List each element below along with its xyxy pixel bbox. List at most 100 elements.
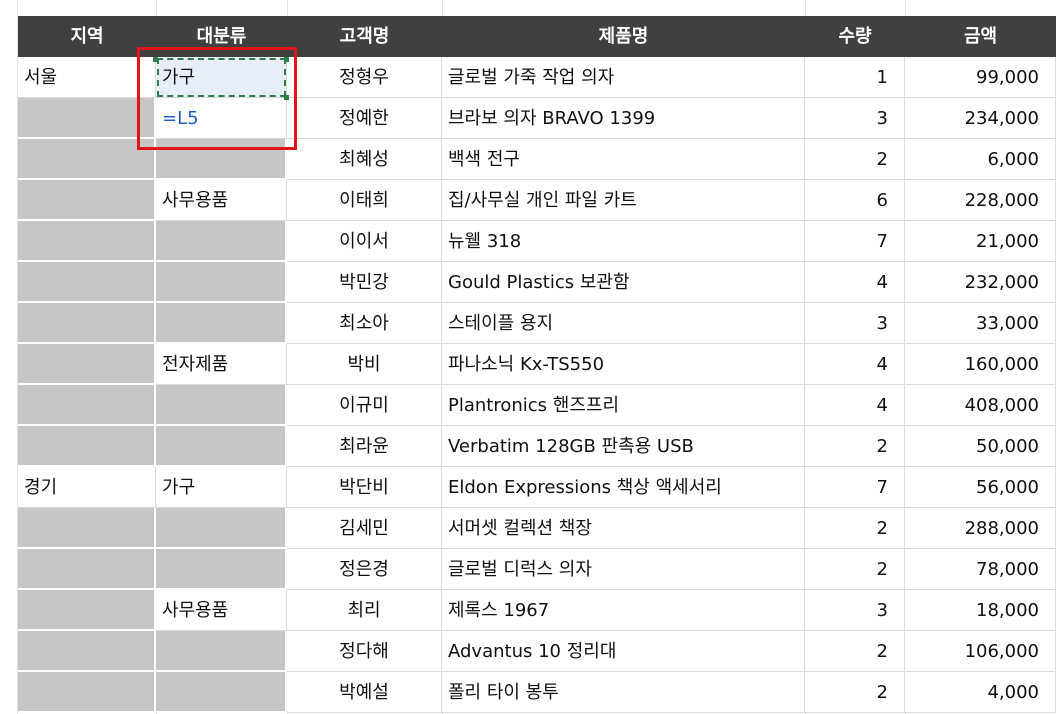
cell-region[interactable] (18, 590, 156, 631)
cell-category[interactable] (156, 672, 287, 713)
cell-product[interactable]: 브라보 의자 BRAVO 1399 (442, 98, 805, 139)
cell-category[interactable] (156, 549, 287, 590)
cell-region[interactable] (18, 385, 156, 426)
cell-amount[interactable]: 232,000 (905, 262, 1056, 303)
cell-qty[interactable]: 4 (805, 385, 905, 426)
cell-category[interactable] (156, 631, 287, 672)
cell-category[interactable]: 가구 (156, 467, 287, 508)
cell-region[interactable]: 서울 (18, 57, 156, 98)
cell-amount[interactable]: 21,000 (905, 221, 1056, 262)
cell-amount[interactable]: 33,000 (905, 303, 1056, 344)
cell-qty[interactable]: 2 (805, 631, 905, 672)
cell-product[interactable]: 폴리 타이 봉투 (442, 672, 805, 713)
header-quantity[interactable]: 수량 (805, 16, 905, 57)
cell-customer[interactable]: 최소아 (287, 303, 442, 344)
cell-region[interactable] (18, 672, 156, 713)
cell-category[interactable] (156, 262, 287, 303)
cell-product[interactable]: Gould Plastics 보관함 (442, 262, 805, 303)
selection-handle[interactable] (284, 57, 289, 62)
cell-amount[interactable]: 50,000 (905, 426, 1056, 467)
cell-qty[interactable]: 3 (805, 590, 905, 631)
cell-category[interactable]: 사무용품 (156, 180, 287, 221)
cell-qty[interactable]: 7 (805, 221, 905, 262)
cell-category[interactable] (156, 426, 287, 467)
cell-region[interactable] (18, 303, 156, 344)
cell-region[interactable] (18, 98, 156, 139)
cell-customer[interactable]: 박민강 (287, 262, 442, 303)
cell-customer[interactable]: 이태희 (287, 180, 442, 221)
cell-qty[interactable]: 6 (805, 180, 905, 221)
cell-qty[interactable]: 2 (805, 672, 905, 713)
cell-amount[interactable]: 106,000 (905, 631, 1056, 672)
cell-region[interactable] (18, 344, 156, 385)
cell-customer[interactable]: 최라윤 (287, 426, 442, 467)
cell-region[interactable] (18, 631, 156, 672)
cell-category[interactable]: 전자제품 (156, 344, 287, 385)
cell-product[interactable]: 백색 전구 (442, 139, 805, 180)
cell-customer[interactable]: 정형우 (287, 57, 442, 98)
cell-product[interactable]: 파나소닉 Kx-TS550 (442, 344, 805, 385)
cell-region[interactable] (18, 508, 156, 549)
cell-customer[interactable]: 박예설 (287, 672, 442, 713)
cell-qty[interactable]: 1 (805, 57, 905, 98)
cell-category-selected[interactable]: 가구 (156, 57, 287, 98)
cell-qty[interactable]: 7 (805, 467, 905, 508)
selection-handle[interactable] (284, 95, 289, 100)
cell-region[interactable]: 경기 (18, 467, 156, 508)
cell-customer[interactable]: 최리 (287, 590, 442, 631)
cell-amount[interactable]: 6,000 (905, 139, 1056, 180)
cell-amount[interactable]: 228,000 (905, 180, 1056, 221)
cell-amount[interactable]: 160,000 (905, 344, 1056, 385)
cell-category[interactable] (156, 221, 287, 262)
cell-region[interactable] (18, 221, 156, 262)
cell-qty[interactable]: 4 (805, 344, 905, 385)
header-amount[interactable]: 금액 (905, 16, 1056, 57)
cell-formula[interactable]: =L5 (156, 98, 287, 139)
cell-category[interactable] (156, 303, 287, 344)
cell-customer[interactable]: 박비 (287, 344, 442, 385)
cell-product[interactable]: 뉴웰 318 (442, 221, 805, 262)
cell-product[interactable]: Advantus 10 정리대 (442, 631, 805, 672)
cell-qty[interactable]: 2 (805, 139, 905, 180)
cell-category[interactable]: 사무용품 (156, 590, 287, 631)
cell-qty[interactable]: 2 (805, 426, 905, 467)
cell-region[interactable] (18, 180, 156, 221)
cell-product[interactable]: Plantronics 핸즈프리 (442, 385, 805, 426)
cell-amount[interactable]: 408,000 (905, 385, 1056, 426)
header-product[interactable]: 제품명 (442, 16, 805, 57)
cell-qty[interactable]: 2 (805, 508, 905, 549)
cell-product[interactable]: 집/사무실 개인 파일 카트 (442, 180, 805, 221)
cell-customer[interactable]: 박단비 (287, 467, 442, 508)
cell-category[interactable] (156, 139, 287, 180)
cell-region[interactable] (18, 139, 156, 180)
cell-qty[interactable]: 2 (805, 549, 905, 590)
header-customer[interactable]: 고객명 (287, 16, 442, 57)
cell-amount[interactable]: 18,000 (905, 590, 1056, 631)
cell-customer[interactable]: 정다해 (287, 631, 442, 672)
cell-customer[interactable]: 이규미 (287, 385, 442, 426)
cell-region[interactable] (18, 426, 156, 467)
selection-handle[interactable] (153, 57, 158, 62)
cell-category[interactable] (156, 508, 287, 549)
cell-product[interactable]: 글로벌 가죽 작업 의자 (442, 57, 805, 98)
cell-qty[interactable]: 4 (805, 262, 905, 303)
cell-product[interactable]: 글로벌 디럭스 의자 (442, 549, 805, 590)
header-region[interactable]: 지역 (18, 16, 156, 57)
cell-amount[interactable]: 56,000 (905, 467, 1056, 508)
cell-product[interactable]: 스테이플 용지 (442, 303, 805, 344)
cell-product[interactable]: Eldon Expressions 책상 액세서리 (442, 467, 805, 508)
cell-amount[interactable]: 234,000 (905, 98, 1056, 139)
header-category[interactable]: 대분류 (156, 16, 287, 57)
cell-qty[interactable]: 3 (805, 98, 905, 139)
cell-product[interactable]: Verbatim 128GB 판촉용 USB (442, 426, 805, 467)
cell-region[interactable] (18, 549, 156, 590)
cell-customer[interactable]: 김세민 (287, 508, 442, 549)
cell-region[interactable] (18, 262, 156, 303)
cell-amount[interactable]: 78,000 (905, 549, 1056, 590)
cell-customer[interactable]: 최혜성 (287, 139, 442, 180)
cell-amount[interactable]: 288,000 (905, 508, 1056, 549)
cell-qty[interactable]: 3 (805, 303, 905, 344)
cell-product[interactable]: 서머셋 컬렉션 책장 (442, 508, 805, 549)
cell-customer[interactable]: 이이서 (287, 221, 442, 262)
cell-customer[interactable]: 정은경 (287, 549, 442, 590)
